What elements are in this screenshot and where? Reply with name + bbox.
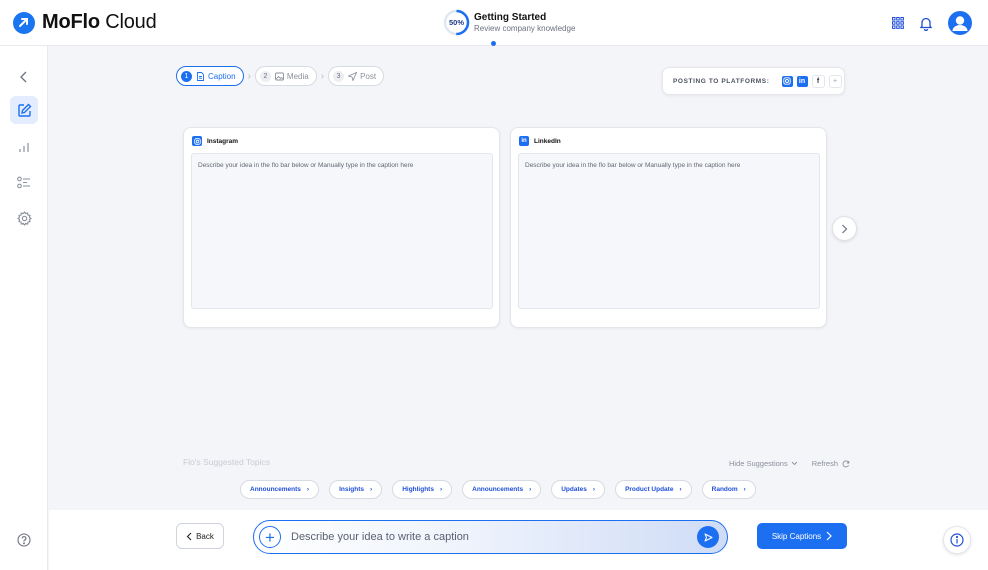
send-prompt-button[interactable] bbox=[697, 526, 719, 548]
card-platform-name: LinkedIn bbox=[534, 137, 561, 145]
notification-bell-icon[interactable] bbox=[919, 16, 933, 31]
linkedin-icon[interactable]: in bbox=[796, 75, 808, 87]
instagram-icon[interactable] bbox=[781, 75, 793, 87]
getting-started-title: Getting Started bbox=[474, 12, 547, 23]
chevron-left-icon bbox=[186, 532, 192, 540]
step-label: Media bbox=[286, 71, 309, 81]
topic-chip[interactable]: Highlights › bbox=[392, 480, 453, 499]
caption-textarea[interactable]: Describe your idea in the flo bar below … bbox=[191, 153, 493, 309]
add-plus-icon[interactable]: + bbox=[259, 526, 281, 548]
skip-captions-button[interactable]: Skip Captions bbox=[757, 523, 847, 549]
caption-card-instagram: Instagram Describe your idea in the flo … bbox=[183, 127, 500, 328]
step-label: Post bbox=[360, 71, 377, 81]
chevron-down-icon bbox=[791, 461, 798, 466]
chevron-right-icon: › bbox=[320, 70, 325, 82]
topic-chip[interactable]: Updates › bbox=[551, 480, 606, 499]
getting-started-subtitle: Review company knowledge bbox=[474, 24, 576, 33]
sidebar bbox=[0, 46, 48, 570]
step-caption[interactable]: 1 Caption bbox=[176, 66, 244, 86]
chevron-right-icon: › bbox=[247, 70, 251, 82]
settings-gear-icon[interactable] bbox=[12, 206, 36, 230]
caption-card-linkedin: in LinkedIn Describe your idea in the fl… bbox=[510, 127, 827, 328]
topic-chip[interactable]: Announcements › bbox=[240, 480, 320, 499]
chevron-right-icon: › bbox=[529, 486, 532, 493]
flo-prompt-input[interactable] bbox=[291, 528, 681, 546]
send-icon bbox=[704, 533, 712, 541]
post-stepper: 1 Caption › 2 Media › 3 Post bbox=[176, 66, 385, 86]
facebook-icon[interactable]: f bbox=[811, 74, 825, 88]
chevron-right-icon bbox=[826, 531, 833, 541]
create-post-edit-icon[interactable] bbox=[10, 96, 38, 124]
getting-started-widget[interactable]: 50% Getting Started Review company knowl… bbox=[443, 9, 575, 36]
suggested-topics-title: Flo's Suggested Topics bbox=[183, 457, 270, 467]
refresh-suggestions-button[interactable]: Refresh bbox=[812, 459, 850, 468]
topic-chip[interactable]: Product Update › bbox=[615, 480, 692, 499]
platforms-label: POSTING TO PLATFORMS: bbox=[673, 77, 770, 85]
suggested-topic-chips: Announcements › Insights › Highlights › Ann… bbox=[240, 480, 766, 499]
chevron-right-icon: › bbox=[439, 486, 443, 493]
step-post[interactable]: 3 Post bbox=[328, 66, 385, 86]
step-number: 2 bbox=[259, 70, 271, 82]
step-number: 1 bbox=[181, 70, 192, 82]
refresh-icon bbox=[842, 459, 850, 467]
analytics-bar-chart-icon[interactable] bbox=[12, 135, 36, 159]
linkedin-icon: in bbox=[519, 136, 529, 146]
topic-chip[interactable]: Insights › bbox=[329, 480, 383, 499]
add-platform-icon[interactable]: + bbox=[828, 74, 842, 88]
apps-grid-icon[interactable] bbox=[892, 17, 904, 29]
logo[interactable]: MoFlo Cloud bbox=[13, 11, 157, 34]
caption-textarea[interactable]: Describe your idea in the flo bar below … bbox=[518, 153, 820, 309]
topic-chip[interactable]: Random › bbox=[701, 480, 756, 499]
chevron-right-icon: › bbox=[743, 486, 746, 493]
top-bar: MoFlo Cloud 50% Getting Started Review c… bbox=[0, 0, 988, 46]
moflo-logo-icon bbox=[13, 11, 35, 34]
chevron-right-icon: › bbox=[370, 486, 373, 493]
progress-ring: 50% bbox=[443, 9, 470, 36]
step-media[interactable]: 2 Media bbox=[254, 66, 317, 86]
list-icon[interactable] bbox=[12, 170, 36, 194]
hide-suggestions-button[interactable]: Hide Suggestions bbox=[729, 459, 798, 468]
progress-percent: 50% bbox=[448, 18, 464, 27]
progress-indicator-dot bbox=[491, 41, 496, 46]
chevron-right-icon: › bbox=[679, 486, 682, 493]
instagram-icon bbox=[192, 136, 202, 146]
document-icon bbox=[197, 71, 204, 81]
topic-chip[interactable]: Announcements › bbox=[462, 480, 542, 499]
send-icon bbox=[348, 71, 358, 81]
posting-platforms-card: POSTING TO PLATFORMS: in f + bbox=[662, 67, 845, 95]
info-icon[interactable] bbox=[943, 526, 971, 554]
image-icon bbox=[274, 72, 284, 80]
collapse-sidebar-chevron-icon[interactable] bbox=[12, 65, 36, 89]
step-number: 3 bbox=[333, 70, 345, 82]
next-card-chevron-icon[interactable] bbox=[832, 216, 857, 241]
help-question-icon[interactable] bbox=[12, 528, 36, 552]
back-button[interactable]: Back bbox=[176, 523, 224, 549]
step-label: Caption bbox=[208, 71, 236, 81]
user-avatar[interactable] bbox=[948, 11, 972, 35]
flo-prompt-bar: + bbox=[253, 520, 728, 554]
chevron-right-icon: › bbox=[592, 486, 596, 493]
app-name: MoFlo Cloud bbox=[42, 11, 157, 33]
card-platform-name: Instagram bbox=[207, 137, 239, 145]
chevron-right-icon: › bbox=[306, 486, 310, 493]
